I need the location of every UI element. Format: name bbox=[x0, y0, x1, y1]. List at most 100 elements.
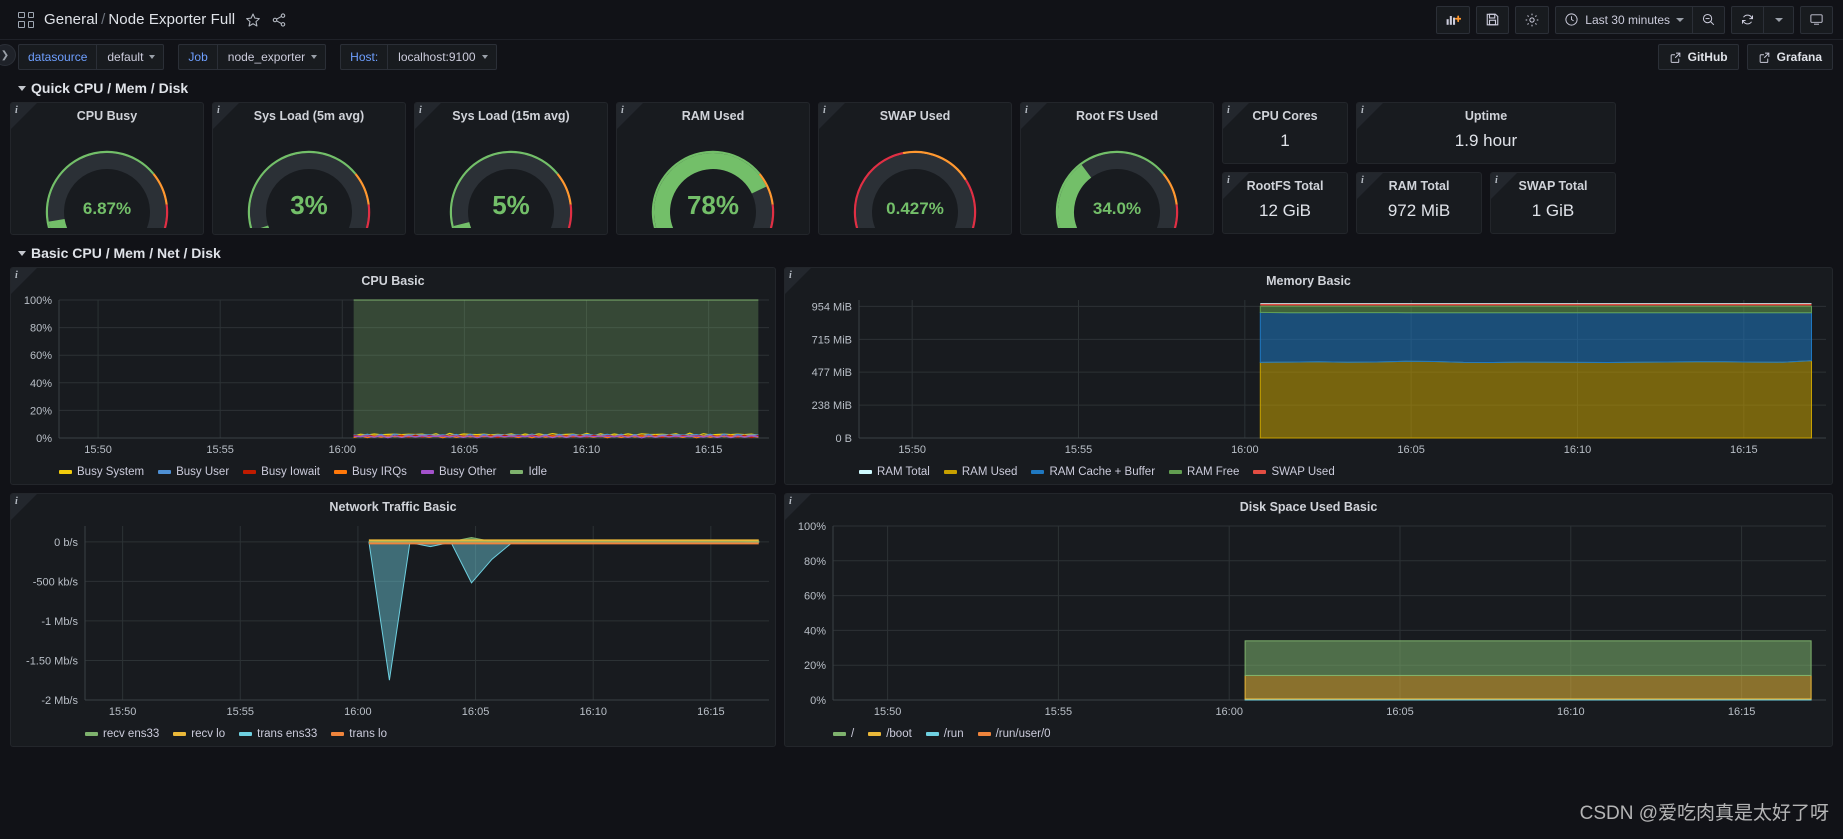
stat-value: 972 MiB bbox=[1387, 201, 1451, 220]
y-axis-tick-label: 40% bbox=[804, 625, 826, 637]
time-range-picker[interactable]: Last 30 minutes bbox=[1555, 5, 1693, 34]
legend-color-swatch bbox=[85, 732, 98, 736]
row-header-basic-cpu-mem-net-disk[interactable]: Basic CPU / Mem / Net / Disk bbox=[0, 239, 1843, 267]
panel-info-icon[interactable]: i bbox=[621, 105, 624, 116]
panel-title: SWAP Total bbox=[1518, 179, 1588, 193]
series-area-idle bbox=[353, 300, 759, 438]
graph-plot-area[interactable]: 0% 20% 40% 60% 80% 100% 15:50 15:55 16:00 16:05 16… bbox=[785, 516, 1832, 726]
variable-job-select[interactable]: node_exporter bbox=[216, 44, 327, 70]
row-header-quick-cpu-mem-disk[interactable]: Quick CPU / Mem / Disk bbox=[0, 74, 1843, 102]
stat-value: 1.9 hour bbox=[1454, 131, 1518, 150]
graph-panel-cpu-basic: i CPU Basic 0% 20% 40% 60% 80% 100% 15:50 15:55 16… bbox=[10, 267, 776, 485]
legend-item[interactable]: Idle bbox=[510, 466, 547, 478]
legend-color-swatch bbox=[333, 470, 347, 474]
star-icon[interactable] bbox=[245, 12, 261, 28]
y-axis-tick-label: 20% bbox=[804, 660, 826, 672]
chevron-down-icon bbox=[18, 85, 26, 91]
legend-item[interactable]: /run bbox=[925, 728, 964, 740]
panel-info-icon[interactable]: i bbox=[823, 105, 826, 116]
y-axis-tick-label: 477 MiB bbox=[812, 367, 852, 379]
panel-title: Root FS Used bbox=[1076, 109, 1158, 123]
graph-plot-area[interactable]: 0 B 238 MiB 477 MiB 715 MiB 954 MiB 15:50 15:5… bbox=[785, 290, 1832, 464]
share-icon[interactable] bbox=[271, 12, 287, 28]
panel-title: Sys Load (15m avg) bbox=[452, 109, 570, 123]
gauge-panel-root-fs-used: i Root FS Used 34.0% bbox=[1020, 102, 1214, 235]
series-area-root bbox=[1244, 640, 1812, 676]
legend-color-swatch bbox=[420, 470, 434, 474]
legend-item[interactable]: SWAP Used bbox=[1253, 466, 1335, 478]
expand-sidebar-handle[interactable]: ❯ bbox=[0, 44, 16, 66]
refresh-interval-dropdown[interactable] bbox=[1764, 5, 1794, 34]
save-dashboard-button[interactable] bbox=[1476, 5, 1510, 34]
panel-info-icon[interactable]: i bbox=[789, 270, 792, 281]
refresh-button[interactable] bbox=[1731, 5, 1764, 34]
x-axis-tick-label: 16:15 bbox=[1728, 706, 1756, 718]
graph-plot-area[interactable]: -2 Mb/s -1.50 Mb/s -1 Mb/s -500 kb/s 0 b/s 15… bbox=[11, 516, 775, 726]
legend-item[interactable]: trans ens33 bbox=[239, 728, 317, 740]
x-axis-tick-label: 16:05 bbox=[1386, 706, 1414, 718]
x-axis-tick-label: 15:50 bbox=[898, 444, 926, 456]
add-panel-button[interactable] bbox=[1436, 5, 1471, 34]
legend-item[interactable]: trans lo bbox=[331, 728, 387, 740]
graph-panel-memory-basic: i Memory Basic 0 B 238 MiB 477 MiB 715 MiB 954… bbox=[784, 267, 1833, 485]
row-title: Basic CPU / Mem / Net / Disk bbox=[31, 245, 221, 261]
panel-info-icon[interactable]: i bbox=[1227, 105, 1230, 116]
chevron-down-icon bbox=[1774, 17, 1783, 22]
graph-svg: 0% 20% 40% 60% 80% 100% 15:50 15:55 16:00 16:05 16… bbox=[24, 295, 769, 456]
panel-info-icon[interactable]: i bbox=[1361, 105, 1364, 116]
gauge-value-arc bbox=[453, 221, 472, 228]
legend-label: Busy IRQs bbox=[351, 466, 407, 478]
panel-info-icon[interactable]: i bbox=[1361, 175, 1364, 186]
legend-color-swatch bbox=[833, 732, 846, 736]
legend-item[interactable]: Busy Iowait bbox=[243, 466, 320, 478]
x-axis-tick-label: 15:50 bbox=[874, 706, 902, 718]
panel-info-icon[interactable]: i bbox=[217, 105, 220, 116]
panel-info-icon[interactable]: i bbox=[1495, 175, 1498, 186]
dashboard-settings-button[interactable] bbox=[1515, 5, 1550, 34]
panel-info-icon[interactable]: i bbox=[419, 105, 422, 116]
stat-value: 1 GiB bbox=[1531, 201, 1575, 220]
panel-info-icon[interactable]: i bbox=[15, 496, 18, 507]
legend-item[interactable]: /run/user/0 bbox=[977, 728, 1051, 740]
legend-item[interactable]: Busy Other bbox=[420, 466, 496, 478]
breadcrumb-folder[interactable]: General bbox=[44, 11, 98, 28]
gauge: 3% bbox=[213, 125, 405, 230]
panel-info-icon[interactable]: i bbox=[15, 270, 18, 281]
legend-item[interactable]: RAM Total bbox=[859, 466, 930, 478]
legend-item[interactable]: Busy User bbox=[158, 466, 229, 478]
legend-item[interactable]: RAM Used bbox=[943, 466, 1017, 478]
panel-info-icon[interactable]: i bbox=[15, 105, 18, 116]
legend-label: trans lo bbox=[349, 728, 387, 740]
legend-item[interactable]: recv lo bbox=[173, 728, 225, 740]
variable-host-select[interactable]: localhost:9100 bbox=[387, 44, 497, 70]
legend-item[interactable]: Busy IRQs bbox=[333, 466, 407, 478]
legend-item[interactable]: RAM Free bbox=[1169, 466, 1239, 478]
kiosk-mode-button[interactable] bbox=[1800, 5, 1833, 34]
dashboard-link-grafana[interactable]: Grafana bbox=[1746, 44, 1833, 70]
breadcrumb-dashboard-title[interactable]: Node Exporter Full bbox=[108, 11, 235, 28]
legend-item[interactable]: Busy System bbox=[59, 466, 144, 478]
y-axis-tick-label: -2 Mb/s bbox=[41, 695, 78, 707]
graph-plot-area[interactable]: 0% 20% 40% 60% 80% 100% 15:50 15:55 16:00 16:05 16… bbox=[11, 290, 775, 464]
quick-stats-panel-row: i CPU Busy 6.87% i Sys Load (5m avg) 3% i Sys L… bbox=[0, 102, 1843, 235]
panel-info-icon[interactable]: i bbox=[1025, 105, 1028, 116]
graph-panel-disk-space-used-basic: i Disk Space Used Basic 0% 20% 40% 60% 80% 100%… bbox=[784, 493, 1833, 747]
time-range-label: Last 30 minutes bbox=[1585, 12, 1670, 27]
x-axis-tick-label: 15:50 bbox=[109, 706, 137, 718]
x-axis-tick-label: 16:15 bbox=[695, 444, 723, 456]
panel-info-icon[interactable]: i bbox=[1227, 175, 1230, 186]
legend-item[interactable]: / bbox=[833, 728, 854, 740]
variable-job-value: node_exporter bbox=[227, 50, 306, 64]
panel-info-icon[interactable]: i bbox=[789, 496, 792, 507]
legend-item[interactable]: recv ens33 bbox=[85, 728, 159, 740]
dashboard-link-github[interactable]: GitHub bbox=[1657, 44, 1739, 70]
gauge: 78% bbox=[617, 125, 809, 230]
legend-color-swatch bbox=[173, 732, 187, 736]
legend-color-swatch bbox=[1031, 470, 1045, 474]
legend-item[interactable]: RAM Cache + Buffer bbox=[1031, 466, 1155, 478]
chevron-down-icon bbox=[311, 55, 318, 59]
chevron-down-icon bbox=[481, 55, 488, 59]
legend-item[interactable]: /boot bbox=[868, 728, 912, 740]
zoom-out-time-button[interactable] bbox=[1693, 5, 1725, 34]
variable-datasource-select[interactable]: default bbox=[96, 44, 165, 70]
